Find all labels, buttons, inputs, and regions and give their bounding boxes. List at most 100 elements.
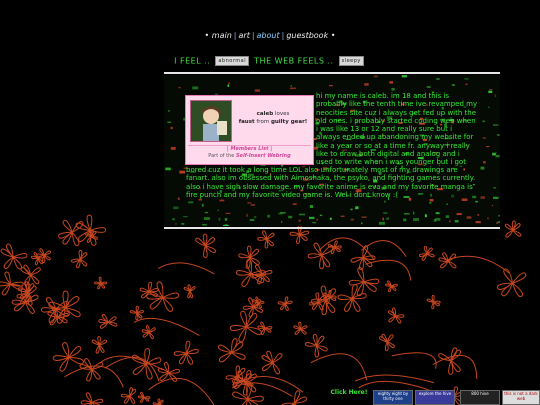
splatter-fleck (454, 220, 459, 223)
blossom-outline (0, 243, 28, 270)
splatter-fleck (267, 214, 270, 218)
blossom-outline (91, 336, 108, 354)
splatter-fleck (480, 196, 485, 199)
webring-footer: | Members List | Part of the Self-Insert… (188, 145, 311, 160)
splatter-fleck (493, 187, 497, 189)
blossom-outline (277, 296, 293, 311)
splatter-fleck (497, 134, 500, 136)
nav-link-guestbook[interactable]: guestbook (286, 31, 328, 40)
branch-line (133, 317, 200, 336)
hive-800-button[interactable]: 800 hive (460, 390, 500, 405)
nav-separator: | (251, 31, 255, 40)
splatter-fleck (491, 204, 494, 207)
blossom-outline (304, 333, 328, 358)
splatter-fleck (222, 224, 229, 226)
webring-card: caleb loves faust from guilty gear! | Me… (185, 95, 314, 165)
splatter-fleck (290, 85, 293, 87)
blossom-outline (183, 284, 196, 299)
mood-badge: abnormal (215, 56, 250, 66)
blossom-outline (257, 321, 273, 336)
splatter-fleck (436, 78, 440, 80)
explore-hive-button[interactable]: explore the hive (415, 390, 455, 405)
top-divider (164, 72, 500, 74)
splatter-fleck (328, 84, 333, 87)
splatter-fleck (177, 197, 180, 200)
branch-line (310, 353, 368, 381)
nav-link-main[interactable]: main (212, 31, 232, 40)
blossom-outline (71, 249, 88, 269)
branch-line (445, 255, 510, 274)
splatter-fleck (413, 218, 420, 221)
branch-line (391, 352, 437, 369)
splatter-fleck (498, 215, 500, 217)
webring-link[interactable]: Self-Insert Webring (236, 153, 291, 159)
splatter-fleck (488, 90, 493, 94)
part-of-text: Part of the (208, 153, 235, 159)
intro-loves: loves (274, 111, 290, 117)
splatter-fleck (492, 124, 499, 126)
nav-link-about[interactable]: about (257, 31, 280, 40)
splatter-fleck (312, 221, 317, 224)
splatter-fleck (254, 89, 261, 92)
eighty-eight-button[interactable]: eighty eight by thirty one (373, 390, 413, 405)
blossom-outline (504, 220, 522, 238)
splatter-fleck (249, 218, 255, 221)
splatter-fleck (165, 167, 171, 171)
web-mood-badge: sleepy (338, 56, 364, 66)
branch-line (99, 355, 164, 371)
nav-left-mark: • (204, 31, 210, 40)
splatter-fleck (497, 221, 500, 224)
branch-line (432, 355, 478, 380)
blossom-outline (141, 325, 156, 340)
blossom-outline (337, 284, 367, 312)
splatter-fleck (225, 212, 231, 215)
splatter-fleck (391, 87, 395, 91)
splatter-fleck (181, 222, 185, 225)
splatter-fleck (170, 146, 176, 150)
splatter-fleck (228, 82, 231, 85)
bio-text-continued: bored cuz it took a long time LOL also u… (186, 166, 476, 199)
splatter-fleck (298, 219, 301, 222)
click-here-link[interactable]: Click Here! (330, 390, 368, 396)
splatter-fleck (456, 213, 462, 215)
splatter-fleck (167, 121, 172, 123)
splatter-fleck (403, 218, 407, 222)
splatter-fleck (201, 203, 204, 207)
intro-subject: faust (238, 119, 255, 125)
blossom-outline (257, 230, 275, 249)
splatter-fleck (204, 211, 209, 214)
blossom-outline (217, 338, 246, 363)
branch-line (361, 240, 407, 257)
splatter-fleck (350, 208, 353, 211)
splatter-fleck (451, 84, 455, 86)
members-list-link[interactable]: | Members List | (227, 146, 272, 152)
splatter-fleck (424, 214, 427, 218)
splatter-fleck (281, 220, 283, 224)
splatter-fleck (487, 217, 489, 220)
splatter-fleck (227, 84, 230, 87)
blossom-outline (438, 347, 462, 375)
splatter-fleck (496, 222, 499, 224)
splatter-fleck (290, 87, 296, 90)
splatter-fleck (382, 217, 385, 221)
nav-link-art[interactable]: art (239, 31, 250, 40)
splatter-fleck (446, 203, 448, 205)
splatter-fleck (482, 120, 485, 123)
splatter-fleck (426, 86, 431, 89)
splatter-fleck (355, 206, 359, 210)
splatter-fleck (383, 212, 388, 214)
not-dark-web-button[interactable]: this is not a dark web (502, 390, 540, 405)
splatter-fleck (168, 109, 170, 112)
splatter-fleck (298, 213, 305, 216)
splatter-fleck (373, 75, 378, 78)
blossom-outline (52, 342, 84, 372)
blossom-outline (418, 246, 435, 261)
blossom-outline (348, 267, 380, 297)
splatter-fleck (384, 200, 386, 203)
splatter-fleck (202, 223, 207, 226)
branch-line (157, 262, 215, 275)
i-feel-label: I FEEL .. (174, 56, 211, 66)
splatter-fleck (413, 211, 415, 215)
blossom-outline (293, 321, 308, 335)
blossom-outline (139, 281, 159, 299)
